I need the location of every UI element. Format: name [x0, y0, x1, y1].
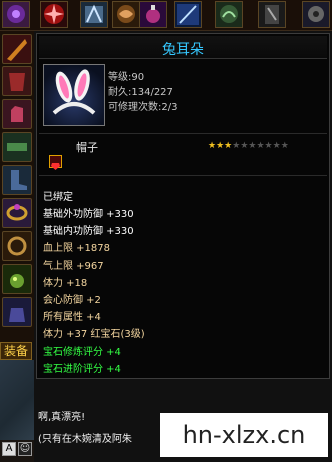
text-mode-button[interactable]: A	[2, 442, 16, 456]
star-empty-icon: ★	[280, 141, 289, 151]
armor-item-icon	[9, 73, 25, 91]
ice-skill-icon	[85, 4, 103, 23]
item-property: 血上限 +1878	[43, 243, 111, 255]
item-repair-count: 可修理次数:2/3	[108, 102, 178, 113]
inventory-slot-3[interactable]	[2, 99, 32, 129]
boots-item-icon	[11, 170, 27, 190]
skill-slot-2[interactable]	[40, 1, 68, 28]
item-durability: 耐久:134/227	[108, 87, 173, 98]
potion-icon	[146, 5, 160, 23]
inventory-slot-4[interactable]	[2, 132, 32, 162]
skill-slot-6[interactable]	[174, 1, 202, 28]
bound-status: 已绑定	[43, 192, 73, 203]
star-rating: ★★★★★★★★★★	[208, 141, 289, 151]
skill-slot-8[interactable]	[258, 1, 286, 28]
item-name: 兔耳朵	[162, 42, 204, 58]
amulet-item-icon	[10, 274, 24, 288]
chat-line-2: (只有在木婉清及阿朱	[38, 434, 132, 445]
ruby-gem-icon	[51, 163, 60, 170]
star-empty-icon: ★	[256, 141, 265, 151]
item-property: 会心防御 +2	[43, 295, 101, 306]
star-empty-icon: ★	[272, 141, 281, 151]
bottom-toolbar: A ☺	[0, 440, 34, 462]
item-property: 基础内功防御 +330	[43, 226, 134, 238]
wind-skill-icon	[117, 5, 135, 23]
tooltip-header: 兔耳朵	[39, 36, 327, 59]
burst-skill-icon	[44, 4, 64, 24]
skill-slot-5[interactable]	[139, 1, 167, 28]
gear-skill-icon	[308, 6, 324, 22]
inventory-slot-5[interactable]	[2, 165, 32, 195]
skill-slot-3[interactable]	[80, 1, 108, 28]
item-property: 基础外功防御 +330	[43, 209, 134, 220]
magic-skill-icon	[7, 5, 25, 23]
blade-item-icon	[7, 39, 27, 61]
item-property: 体力 +37 红宝石(3级)	[43, 329, 145, 341]
bracelet-item-icon	[7, 236, 27, 256]
skill-slot-7[interactable]	[215, 1, 243, 28]
item-property: 所有属性 +4	[43, 312, 101, 324]
skill-bar	[0, 0, 332, 31]
equip-tab[interactable]: 装备	[0, 342, 32, 360]
skill-slot-9[interactable]	[302, 1, 330, 28]
belt-item-icon	[7, 143, 27, 151]
scene-background	[0, 360, 34, 440]
skill-slot-4[interactable]	[112, 1, 140, 28]
sword-skill-icon	[177, 4, 199, 25]
divider	[39, 175, 327, 176]
skill-slot-1[interactable]	[2, 1, 30, 28]
item-icon-frame	[43, 64, 105, 126]
bunny-ears-icon	[44, 65, 104, 125]
item-property: 体力 +18	[43, 277, 88, 289]
item-property: 气上限 +967	[43, 260, 104, 272]
star-empty-icon: ★	[264, 141, 273, 151]
scroll-skill-icon	[265, 5, 279, 24]
item-property: 宝石修炼评分 +4	[43, 346, 121, 358]
chat-line-1: 啊,真漂亮!	[38, 412, 86, 423]
inventory-slot-2[interactable]	[2, 66, 32, 96]
item-level: 等级:90	[108, 72, 145, 83]
inventory-slot-8[interactable]	[2, 264, 32, 294]
ring-item-icon	[6, 204, 28, 221]
emote-button[interactable]: ☺	[18, 442, 32, 456]
inventory-slot-7[interactable]	[2, 231, 32, 261]
inventory-column	[0, 31, 34, 342]
item-type: 帽子	[76, 141, 98, 154]
game-screen: 装备 A ☺ 兔耳朵 等级:90 耐久:134/227 可修理次数:2/3 帽子…	[0, 0, 332, 462]
inventory-slot-1[interactable]	[2, 34, 32, 64]
watermark: hn-xlzx.cn	[160, 413, 328, 457]
item-tooltip: 兔耳朵 等级:90 耐久:134/227 可修理次数:2/3 帽子 ★★★★★★…	[36, 33, 330, 379]
star-filled-icon: ★	[216, 141, 225, 151]
divider	[39, 133, 327, 134]
item-property: 宝石进阶评分 +4	[43, 363, 121, 375]
inventory-slot-6[interactable]	[2, 198, 32, 228]
dragon-skill-icon	[220, 5, 238, 23]
bag-item-icon	[9, 308, 25, 322]
glove-item-icon	[11, 106, 23, 122]
gem-slot-icon	[49, 155, 62, 170]
inventory-slot-9[interactable]	[2, 297, 32, 327]
star-filled-icon: ★	[208, 141, 217, 151]
